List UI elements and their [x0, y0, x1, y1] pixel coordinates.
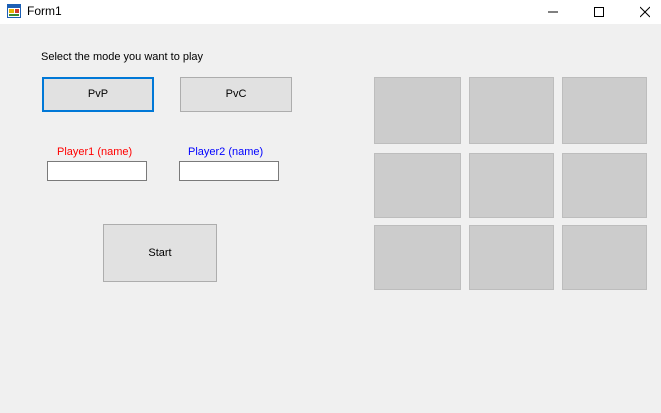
close-button[interactable]	[622, 0, 661, 24]
start-button[interactable]: Start	[103, 224, 217, 282]
board-cell-6[interactable]	[562, 153, 647, 218]
player1-name-label: Player1 (name)	[57, 146, 133, 158]
app-icon	[7, 4, 21, 18]
board-cell-1[interactable]	[374, 77, 461, 144]
pvc-button[interactable]: PvC	[180, 77, 292, 112]
title-bar[interactable]: Form1	[0, 0, 661, 24]
board-cell-5[interactable]	[469, 153, 554, 218]
maximize-icon	[594, 7, 604, 17]
minimize-button[interactable]	[530, 0, 576, 24]
board-cell-8[interactable]	[469, 225, 554, 290]
board-cell-2[interactable]	[469, 77, 554, 144]
close-icon	[640, 6, 650, 18]
player1-name-input[interactable]	[47, 161, 147, 181]
board-cell-7[interactable]	[374, 225, 461, 290]
window-title: Form1	[27, 4, 62, 18]
player2-name-label: Player2 (name)	[188, 146, 264, 158]
board-cell-4[interactable]	[374, 153, 461, 218]
mode-prompt-label: Select the mode you want to play	[41, 51, 204, 63]
main-window: Form1 Select the mode you want to play P…	[0, 0, 661, 413]
pvp-button[interactable]: PvP	[42, 77, 154, 112]
board-cell-3[interactable]	[562, 77, 647, 144]
player2-name-input[interactable]	[179, 161, 279, 181]
board-cell-9[interactable]	[562, 225, 647, 290]
minimize-icon	[548, 11, 558, 13]
maximize-button[interactable]	[576, 0, 622, 24]
